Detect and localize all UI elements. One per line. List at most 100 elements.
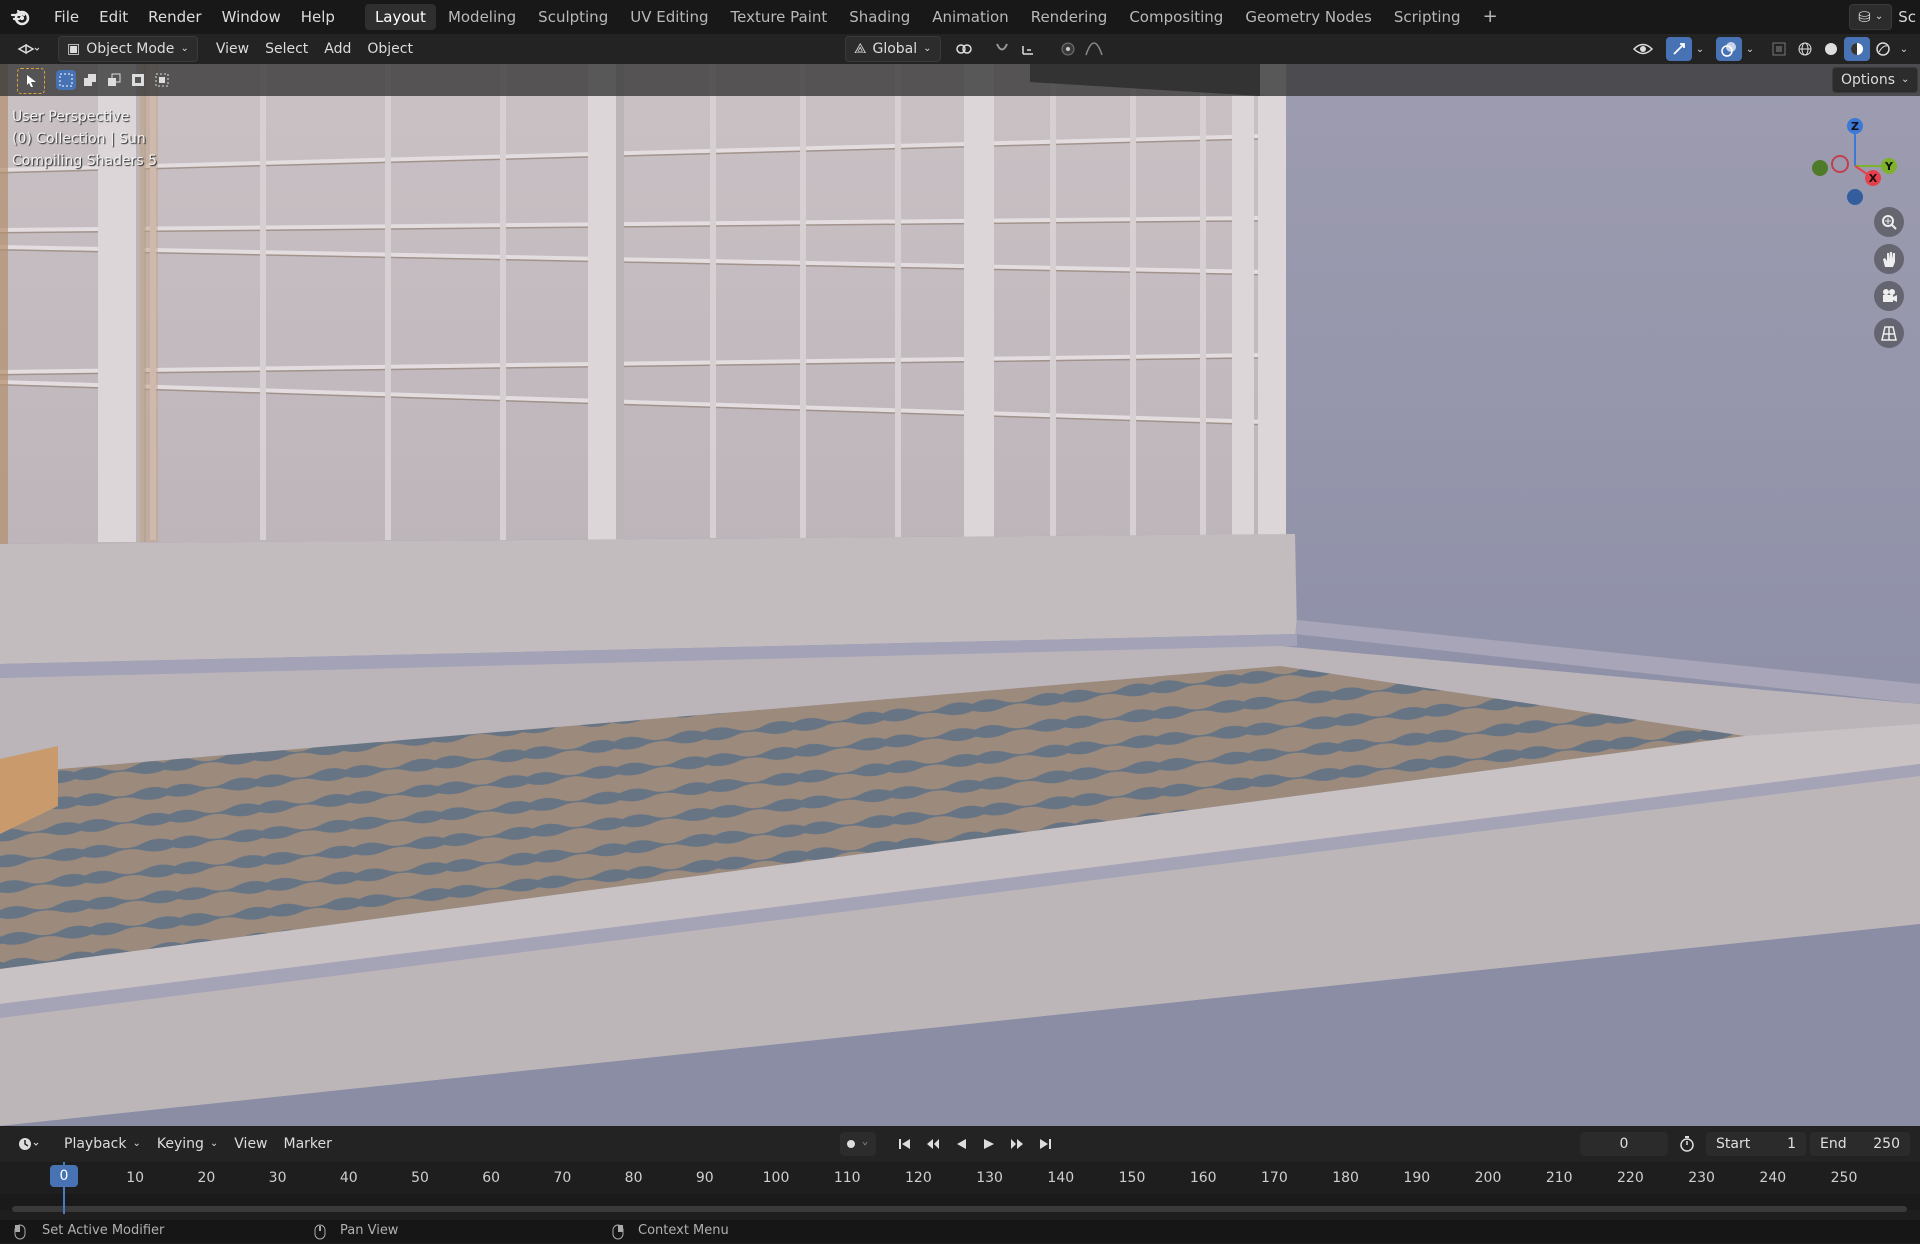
workspace-tab-scripting[interactable]: Scripting — [1384, 4, 1471, 30]
frame-tick-label: 170 — [1261, 1170, 1288, 1186]
frame-tick-label: 90 — [695, 1170, 714, 1186]
options-dropdown[interactable]: Options ⌄ — [1832, 67, 1919, 93]
status-left-hint: Set Active Modifier — [42, 1223, 165, 1238]
select-new-icon[interactable] — [56, 70, 76, 90]
select-intersect-icon[interactable] — [152, 70, 172, 90]
material-shading-icon[interactable] — [1844, 37, 1870, 61]
menu-file[interactable]: File — [44, 3, 89, 31]
start-value: 1 — [1787, 1136, 1796, 1152]
frame-tick-label: 230 — [1688, 1170, 1715, 1186]
solid-shading-icon[interactable] — [1818, 37, 1844, 61]
timeline-header: Playback ⌄ Keying ⌄ View Marker 0 Start 1 End… — [0, 1126, 1920, 1162]
falloff-icon[interactable] — [1081, 37, 1107, 61]
timeline-menu-playback[interactable]: Playback ⌄ — [56, 1132, 149, 1156]
workspace-tab-layout[interactable]: Layout — [364, 4, 436, 30]
workspace-tab-texture-paint[interactable]: Texture Paint — [720, 4, 837, 30]
gizmo-x-label: X — [1869, 172, 1878, 185]
mode-dropdown[interactable]: ▣ Object Mode ⌄ — [58, 36, 198, 62]
timeline-scrollbar[interactable] — [12, 1206, 1907, 1212]
workspace-tab-animation[interactable]: Animation — [922, 4, 1018, 30]
select-extend-icon[interactable] — [80, 70, 100, 90]
chevron-down-icon: ⌄ — [132, 1138, 141, 1149]
mouse-right-icon — [612, 1224, 624, 1244]
camera-view-icon[interactable] — [1874, 281, 1904, 311]
frame-tick-label: 190 — [1403, 1170, 1431, 1186]
frame-tick-label: 110 — [833, 1170, 861, 1186]
playhead-frame-indicator[interactable]: 0 — [50, 1165, 78, 1187]
editor-type-icon[interactable] — [10, 37, 46, 61]
workspace-tab-shading[interactable]: Shading — [839, 4, 920, 30]
chevron-down-icon: ⌄ — [923, 43, 932, 54]
jump-end-icon[interactable] — [1032, 1132, 1058, 1156]
next-keyframe-icon[interactable] — [1004, 1132, 1030, 1156]
workspace-tab-uv-editing[interactable]: UV Editing — [620, 4, 718, 30]
timeline-menu-label: View — [234, 1136, 268, 1152]
stopwatch-icon[interactable] — [1674, 1132, 1700, 1156]
wireframe-shading-icon[interactable] — [1792, 37, 1818, 61]
navigation-gizmo[interactable]: Z X Y — [1800, 104, 1910, 214]
proportional-edit-icon[interactable] — [1055, 37, 1081, 61]
gizmo-toggle-icon[interactable] — [1666, 37, 1692, 61]
xray-icon[interactable] — [1766, 37, 1792, 61]
scene-selector[interactable]: ⛁ ⌄ — [1849, 4, 1893, 30]
pivot-point-icon[interactable] — [949, 37, 983, 61]
workspace-tab-rendering[interactable]: Rendering — [1021, 4, 1118, 30]
prev-keyframe-icon[interactable] — [920, 1132, 946, 1156]
pan-hand-icon[interactable] — [1874, 244, 1904, 274]
workspace-tab-modeling[interactable]: Modeling — [438, 4, 526, 30]
start-frame-field[interactable]: Start 1 — [1706, 1132, 1806, 1156]
viewport-menu-select[interactable]: Select — [257, 37, 316, 61]
timeline-menu-marker[interactable]: Marker — [276, 1132, 340, 1156]
workspace-tab-sculpting[interactable]: Sculpting — [528, 4, 618, 30]
workspace-tab-compositing[interactable]: Compositing — [1119, 4, 1233, 30]
timeline-ruler[interactable]: 10 20 30 40 50 60 70 80 90 100 110 120 130 140 150 160 1… — [0, 1162, 1920, 1220]
status-right-hint: Context Menu — [638, 1223, 729, 1238]
transform-orientation-dropdown[interactable]: ⟁ Global ⌄ — [844, 36, 941, 62]
menu-help[interactable]: Help — [291, 3, 345, 31]
timeline-editor-icon[interactable] — [10, 1132, 46, 1156]
scene-label[interactable]: Sc — [1898, 8, 1916, 26]
select-invert-icon[interactable] — [128, 70, 148, 90]
snap-target-icon[interactable] — [1015, 37, 1049, 61]
frame-tick-label: 200 — [1474, 1170, 1502, 1186]
end-frame-field[interactable]: End 250 — [1810, 1132, 1910, 1156]
blender-logo-icon[interactable] — [10, 6, 32, 28]
timeline-menu-view[interactable]: View — [226, 1132, 275, 1156]
menu-render[interactable]: Render — [138, 3, 211, 31]
snap-toggle-icon[interactable] — [989, 37, 1015, 61]
frame-tick-label: 250 — [1830, 1170, 1858, 1186]
play-icon[interactable] — [976, 1132, 1002, 1156]
workspace-tab-geometry-nodes[interactable]: Geometry Nodes — [1235, 4, 1382, 30]
chevron-down-icon[interactable]: ⌄ — [1742, 37, 1758, 61]
mouse-middle-icon — [314, 1224, 326, 1244]
chevron-down-icon[interactable]: ⌄ — [1692, 37, 1708, 61]
viewport-menu-object[interactable]: Object — [359, 37, 421, 61]
3d-viewport[interactable]: Options ⌄ User Perspective (0) Collection… — [0, 64, 1920, 1126]
menu-edit[interactable]: Edit — [89, 3, 138, 31]
options-label: Options — [1841, 72, 1896, 88]
viewport-menu-add[interactable]: Add — [316, 37, 359, 61]
timeline-menu-keying[interactable]: Keying ⌄ — [149, 1132, 226, 1156]
menu-window[interactable]: Window — [212, 3, 291, 31]
add-workspace-button[interactable]: + — [1473, 4, 1508, 30]
viewport-menu-view[interactable]: View — [208, 37, 257, 61]
zoom-icon[interactable] — [1874, 207, 1904, 237]
ortho-grid-icon[interactable] — [1874, 318, 1904, 348]
frame-tick-label: 10 — [126, 1170, 145, 1186]
visibility-eye-icon[interactable] — [1626, 37, 1660, 61]
play-reverse-icon[interactable] — [948, 1132, 974, 1156]
record-icon[interactable] — [839, 1132, 876, 1156]
frame-tick-label: 60 — [482, 1170, 501, 1186]
current-frame-field[interactable]: 0 — [1580, 1132, 1668, 1156]
overlays-icon[interactable] — [1716, 37, 1742, 61]
rendered-shading-icon[interactable] — [1870, 37, 1896, 61]
frame-tick-label: 30 — [268, 1170, 287, 1186]
frame-tick-label: 50 — [411, 1170, 429, 1186]
jump-start-icon[interactable] — [892, 1132, 918, 1156]
select-tool-icon[interactable] — [17, 68, 45, 94]
chevron-down-icon[interactable]: ⌄ — [1896, 37, 1912, 61]
frame-tick-label: 240 — [1759, 1170, 1787, 1186]
frame-tick-label: 20 — [197, 1170, 216, 1186]
frame-tick-label: 210 — [1545, 1170, 1573, 1186]
select-subtract-icon[interactable] — [104, 70, 124, 90]
